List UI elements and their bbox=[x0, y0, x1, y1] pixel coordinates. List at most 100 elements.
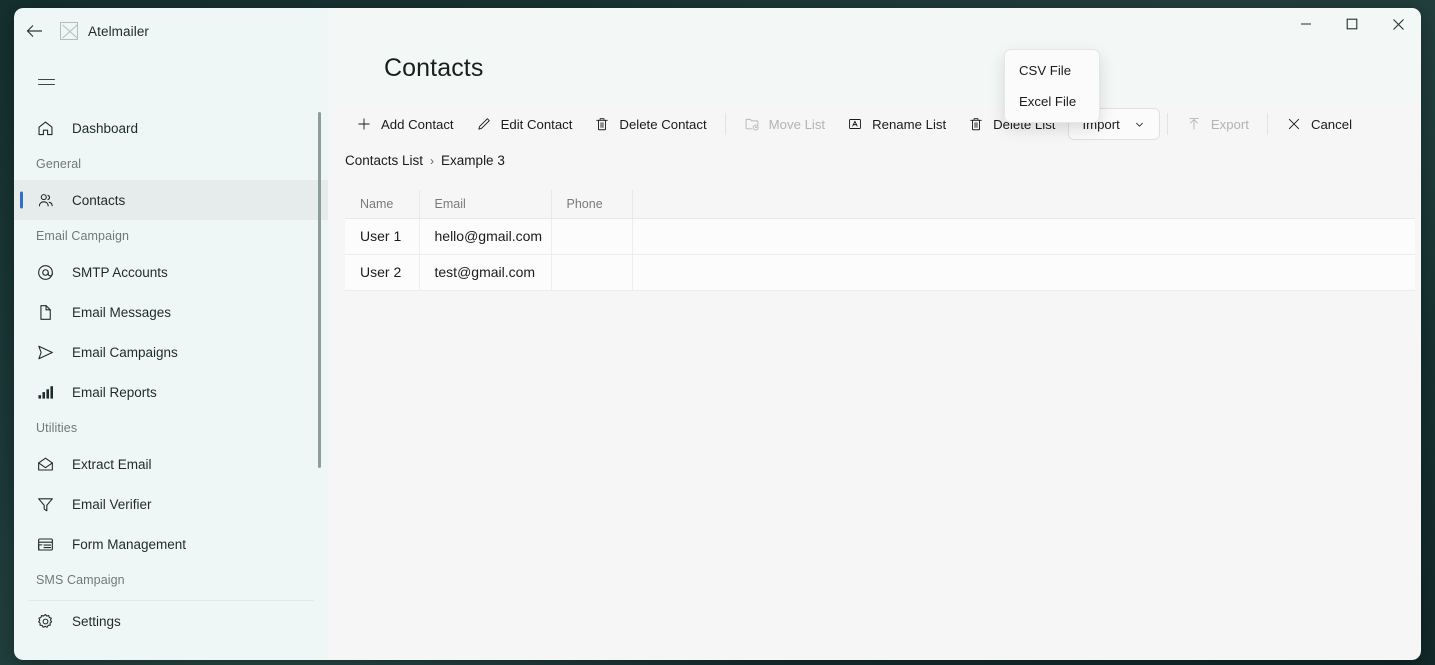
table-row[interactable]: User 1 hello@gmail.com bbox=[345, 218, 1415, 255]
maximize-icon[interactable] bbox=[1329, 8, 1375, 40]
sidebar-item-label: Form Management bbox=[72, 536, 187, 552]
delete-contact-button[interactable]: Delete Contact bbox=[583, 108, 717, 140]
toolbar-button-label: Export bbox=[1210, 116, 1249, 132]
add-contact-button[interactable]: Add Contact bbox=[345, 108, 465, 140]
minimize-icon[interactable] bbox=[1283, 8, 1329, 40]
sidebar-item-label: Email Messages bbox=[72, 304, 172, 320]
breadcrumb-current: Example 3 bbox=[441, 153, 505, 168]
breadcrumb: Contacts List › Example 3 bbox=[328, 145, 1421, 168]
cancel-button[interactable]: Cancel bbox=[1275, 108, 1363, 140]
sidebar-item-smtp-accounts[interactable]: SMTP Accounts bbox=[14, 252, 328, 292]
export-button: Export bbox=[1175, 108, 1260, 140]
sidebar-item-label: Email Verifier bbox=[72, 496, 152, 512]
hamburger-icon[interactable] bbox=[26, 62, 66, 102]
chevron-down-icon bbox=[1132, 116, 1148, 132]
table-body: User 1 hello@gmail.com User 2 test@gmail.co… bbox=[345, 218, 1415, 291]
page-header: Contacts bbox=[328, 54, 1421, 103]
form-icon bbox=[36, 535, 55, 554]
table-cell[interactable]: User 1 bbox=[345, 218, 420, 255]
sidebar-header: Atelmailer bbox=[14, 8, 328, 54]
app-title: Atelmailer bbox=[88, 23, 150, 39]
breadcrumb-separator-icon: › bbox=[430, 153, 435, 168]
column-header-email[interactable]: Email bbox=[419, 190, 552, 219]
contacts-table: Name Email Phone User 1 hello@gmail.com User… bbox=[345, 190, 1415, 291]
table-header-row: Name Email Phone bbox=[345, 190, 1415, 219]
sidebar-item-extract-email[interactable]: Extract Email bbox=[14, 444, 328, 484]
sidebar-item-label: Email Reports bbox=[72, 384, 157, 400]
people-icon bbox=[36, 191, 55, 210]
sidebar-nav: Dashboard General Contacts Email Campaign SM… bbox=[14, 108, 328, 641]
sidebar-item-label: Settings bbox=[72, 613, 121, 629]
toolbar: Add Contact Edit Contact Delete Contact Mov… bbox=[328, 103, 1421, 145]
sidebar-scrollbar[interactable] bbox=[318, 112, 321, 468]
sidebar-item-dashboard[interactable]: Dashboard bbox=[14, 108, 328, 148]
upload-icon bbox=[1186, 116, 1202, 132]
page-title: Contacts bbox=[384, 54, 484, 82]
arrow-left-icon[interactable] bbox=[18, 15, 50, 47]
sidebar-item-label: Contacts bbox=[72, 192, 126, 208]
toolbar-button-label: Add Contact bbox=[381, 116, 454, 132]
import-dropdown-menu: CSV File Excel File bbox=[1004, 49, 1100, 123]
window-titlebar bbox=[328, 8, 1421, 54]
app-window: Atelmailer Dashboard General Contacts Email… bbox=[14, 8, 1421, 660]
column-header-phone[interactable]: Phone bbox=[551, 190, 633, 219]
sidebar-section-utilities: Utilities bbox=[36, 421, 78, 435]
rename-list-button[interactable]: Rename List bbox=[836, 108, 957, 140]
table-cell[interactable]: User 2 bbox=[345, 254, 420, 291]
table-row[interactable]: User 2 test@gmail.com bbox=[345, 254, 1415, 291]
toolbar-separator bbox=[1266, 113, 1268, 135]
table-cell[interactable] bbox=[632, 254, 1415, 291]
toolbar-button-label: Move List bbox=[768, 116, 826, 132]
send-icon bbox=[36, 343, 55, 362]
column-header-name[interactable]: Name bbox=[345, 190, 420, 219]
table-cell[interactable]: test@gmail.com bbox=[419, 254, 552, 291]
sidebar-item-email-verifier[interactable]: Email Verifier bbox=[14, 484, 328, 524]
rename-icon bbox=[847, 116, 863, 132]
home-icon bbox=[36, 119, 55, 138]
sidebar-item-label: SMTP Accounts bbox=[72, 264, 168, 280]
sidebar-item-label: Dashboard bbox=[72, 120, 139, 136]
sidebar-section-sms-campaign: SMS Campaign bbox=[36, 573, 125, 587]
toolbar-separator bbox=[1166, 113, 1168, 135]
bar-chart-icon bbox=[36, 383, 55, 402]
sidebar: Atelmailer Dashboard General Contacts Email… bbox=[14, 8, 328, 660]
breadcrumb-root[interactable]: Contacts List bbox=[345, 153, 423, 168]
sidebar-item-settings[interactable]: Settings bbox=[14, 601, 328, 641]
trash-icon bbox=[968, 116, 984, 132]
table-cell[interactable] bbox=[551, 254, 633, 291]
toolbar-button-label: Delete Contact bbox=[619, 116, 707, 132]
edit-contact-button[interactable]: Edit Contact bbox=[465, 108, 584, 140]
column-header-blank[interactable] bbox=[632, 190, 1415, 219]
main-panel: Contacts Add Contact Edit Contact Delete C… bbox=[328, 8, 1421, 660]
close-icon[interactable] bbox=[1375, 8, 1421, 40]
sidebar-item-email-messages[interactable]: Email Messages bbox=[14, 292, 328, 332]
toolbar-button-label: Rename List bbox=[872, 116, 947, 132]
sidebar-section-general: General bbox=[36, 157, 82, 171]
trash-icon bbox=[594, 116, 610, 132]
sidebar-item-label: Extract Email bbox=[72, 456, 152, 472]
sidebar-item-label: Email Campaigns bbox=[72, 344, 178, 360]
sidebar-item-contacts[interactable]: Contacts bbox=[14, 180, 328, 220]
sidebar-item-form-management[interactable]: Form Management bbox=[14, 524, 328, 564]
toolbar-separator bbox=[724, 113, 726, 135]
sidebar-item-email-campaigns[interactable]: Email Campaigns bbox=[14, 332, 328, 372]
close-icon bbox=[1286, 116, 1302, 132]
table-head: Name Email Phone bbox=[345, 190, 1415, 219]
at-icon bbox=[36, 263, 55, 282]
table-cell[interactable] bbox=[632, 218, 1415, 255]
toolbar-button-label: Cancel bbox=[1310, 116, 1353, 132]
sidebar-item-email-reports[interactable]: Email Reports bbox=[14, 372, 328, 412]
table-cell[interactable] bbox=[551, 218, 633, 255]
contacts-table-container: Name Email Phone User 1 hello@gmail.com User… bbox=[328, 168, 1421, 291]
document-icon bbox=[36, 303, 55, 322]
funnel-icon bbox=[36, 495, 55, 514]
move-folder-icon bbox=[744, 116, 760, 132]
import-menu-item-csv-file[interactable]: CSV File bbox=[1005, 55, 1099, 86]
toolbar-button-label: Edit Contact bbox=[500, 116, 573, 132]
sidebar-section-email-campaign: Email Campaign bbox=[36, 229, 130, 243]
table-cell[interactable]: hello@gmail.com bbox=[419, 218, 552, 255]
import-menu-item-excel-file[interactable]: Excel File bbox=[1005, 86, 1099, 117]
envelope-open-icon bbox=[36, 455, 55, 474]
plus-icon bbox=[356, 116, 372, 132]
pencil-icon bbox=[476, 116, 492, 132]
